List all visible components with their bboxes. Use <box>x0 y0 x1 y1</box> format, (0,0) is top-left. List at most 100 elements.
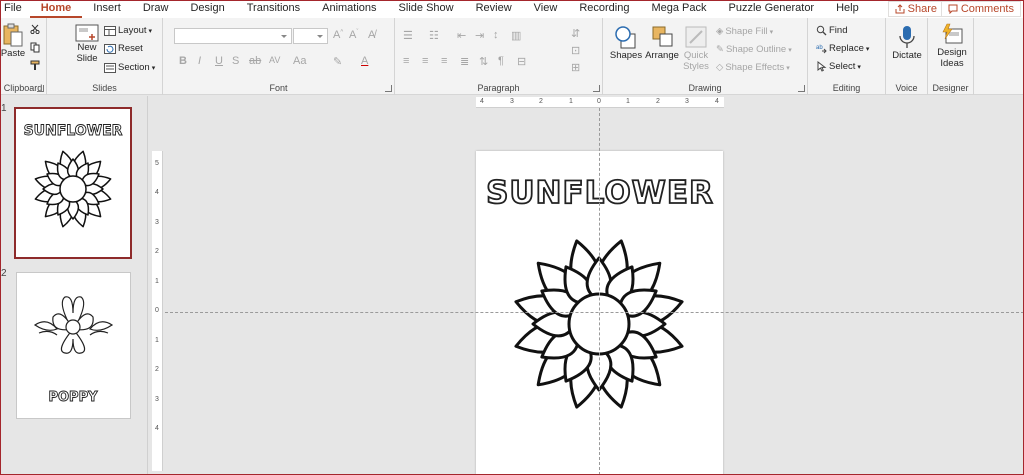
shadow-icon[interactable]: S <box>232 55 239 67</box>
align-left-icon[interactable]: ≡ <box>403 55 409 67</box>
sunflower-thumbnail-illustration <box>34 150 112 228</box>
bold-icon[interactable]: B <box>179 55 187 67</box>
strikethrough-icon[interactable]: ab <box>249 55 261 67</box>
font-color-icon[interactable]: A <box>361 55 368 67</box>
copy-icon[interactable] <box>30 42 40 53</box>
designer-group: Design Ideas Designer <box>928 18 974 95</box>
italic-icon[interactable]: I <box>198 55 201 67</box>
line-spacing-icon[interactable]: ↕ <box>493 29 499 41</box>
tab-insert[interactable]: Insert <box>82 0 132 18</box>
new-slide-button[interactable]: New Slide <box>71 24 103 64</box>
ruler-tick-label: 4 <box>155 189 159 196</box>
font-size-combobox[interactable] <box>293 28 328 44</box>
new-slide-label-1: New <box>77 42 97 53</box>
character-spacing-icon[interactable]: AV <box>269 55 280 65</box>
layout-label: Layout <box>118 25 147 36</box>
designer-group-label: Designer <box>932 83 969 93</box>
format-painter-icon[interactable] <box>30 60 41 71</box>
cut-icon[interactable] <box>30 24 40 34</box>
ruler-tick-label: 3 <box>685 98 689 105</box>
font-dialog-launcher[interactable] <box>385 85 392 92</box>
paragraph-group-label: Paragraph <box>477 83 520 93</box>
dictate-button[interactable]: Dictate <box>888 24 926 61</box>
decrease-indent-icon[interactable]: ⇤ <box>457 29 466 42</box>
change-case-icon[interactable]: Aa <box>293 55 306 67</box>
increase-font-size-icon[interactable]: A^ <box>333 29 343 41</box>
slide-title[interactable]: SUNFLOWER <box>485 174 714 212</box>
tab-design[interactable]: Design <box>179 0 235 18</box>
paste-label: Paste <box>0 48 26 59</box>
tab-slide-show[interactable]: Slide Show <box>388 0 465 18</box>
tab-transitions[interactable]: Transitions <box>236 0 311 18</box>
quick-styles-button[interactable]: Quick Styles <box>679 24 713 72</box>
shape-fill-label: Shape Fill <box>725 26 768 37</box>
slide-thumbnail-2[interactable]: POPPY <box>16 272 131 419</box>
section-icon <box>104 62 116 73</box>
reset-button[interactable]: Reset <box>104 43 143 54</box>
arrange-button[interactable]: Arrange <box>643 24 681 61</box>
slide-number: 2 <box>1 268 7 279</box>
paste-button[interactable]: Paste <box>0 22 26 59</box>
tab-help[interactable]: Help <box>825 0 870 18</box>
paragraph-mark-icon[interactable]: ¶ <box>498 55 504 67</box>
voice-group-label: Voice <box>895 83 918 93</box>
align-text-menu-icon[interactable]: ⊡ <box>571 44 580 57</box>
shape-effects-button[interactable]: ◇ Shape Effects ▾ <box>716 62 790 73</box>
reset-label: Reset <box>118 43 143 54</box>
shape-outline-button[interactable]: ✎ Shape Outline ▾ <box>716 44 792 55</box>
section-button[interactable]: Section ▾ <box>104 62 155 73</box>
font-name-combobox[interactable] <box>174 28 292 44</box>
share-label: Share <box>907 3 937 15</box>
clear-formatting-icon[interactable]: A̸ <box>368 29 375 41</box>
drawing-dialog-launcher[interactable] <box>798 85 805 92</box>
replace-icon: ab <box>816 45 827 54</box>
find-button[interactable]: Find <box>816 25 847 36</box>
align-center-icon[interactable]: ≡ <box>422 55 428 67</box>
text-direction-menu-icon[interactable]: ⇵ <box>571 27 580 40</box>
tab-animations[interactable]: Animations <box>311 0 387 18</box>
tab-mega-pack[interactable]: Mega Pack <box>640 0 717 18</box>
ruler-tick-label: 3 <box>155 396 159 403</box>
align-right-icon[interactable]: ≡ <box>441 55 447 67</box>
tab-view[interactable]: View <box>523 0 569 18</box>
flower-center <box>59 175 87 203</box>
tab-review[interactable]: Review <box>465 0 523 18</box>
tab-draw[interactable]: Draw <box>132 0 180 18</box>
tab-home[interactable]: Home <box>29 0 83 18</box>
align-text-icon[interactable]: ⊟ <box>517 55 526 68</box>
columns-icon[interactable]: ▥ <box>511 29 521 42</box>
select-button[interactable]: Select ▾ <box>816 61 861 72</box>
drawing-group-label: Drawing <box>688 83 722 93</box>
text-direction-icon[interactable]: ⇅ <box>479 55 488 68</box>
shape-fill-button[interactable]: ◈ Shape Fill ▾ <box>716 26 773 37</box>
vertical-smart-guide <box>599 108 600 475</box>
replace-button[interactable]: ab Replace ▾ <box>816 43 869 54</box>
comments-button[interactable]: Comments <box>940 1 1021 17</box>
clipboard-dialog-launcher[interactable] <box>37 85 44 92</box>
slide-1-preview: SUNFLOWER <box>23 123 123 228</box>
ribbon: Paste Clipboard New Slide Layout ▾ Reset … <box>0 18 1024 95</box>
design-ideas-button[interactable]: Design Ideas <box>932 23 972 69</box>
justify-icon[interactable]: ≣ <box>460 55 469 68</box>
share-button[interactable]: Share <box>887 1 944 17</box>
bullets-icon[interactable]: ☰ <box>403 29 413 42</box>
design-ideas-label-2: Ideas <box>940 58 964 69</box>
tab-recording[interactable]: Recording <box>568 0 640 18</box>
numbering-icon[interactable]: ☷ <box>429 29 439 42</box>
design-ideas-label-1: Design <box>937 47 967 58</box>
tab-file[interactable]: File <box>0 0 30 18</box>
decrease-font-size-icon[interactable]: Aˇ <box>349 29 358 41</box>
increase-indent-icon[interactable]: ⇥ <box>475 29 484 42</box>
shapes-button[interactable]: Shapes <box>607 24 645 61</box>
underline-icon[interactable]: U <box>215 55 223 67</box>
highlight-icon[interactable]: ✎ <box>333 55 342 68</box>
shape-outline-label: Shape Outline <box>725 44 787 55</box>
tab-puzzle-generator[interactable]: Puzzle Generator <box>718 0 826 18</box>
slide-thumbnail-1[interactable]: SUNFLOWER <box>14 107 132 259</box>
arrange-icon <box>652 26 673 47</box>
font-group-label: Font <box>269 83 288 93</box>
layout-button[interactable]: Layout ▾ <box>104 25 152 36</box>
smartart-icon[interactable]: ⊞ <box>571 61 580 74</box>
paragraph-dialog-launcher[interactable] <box>593 85 600 92</box>
effects-icon: ◇ <box>716 62 724 73</box>
